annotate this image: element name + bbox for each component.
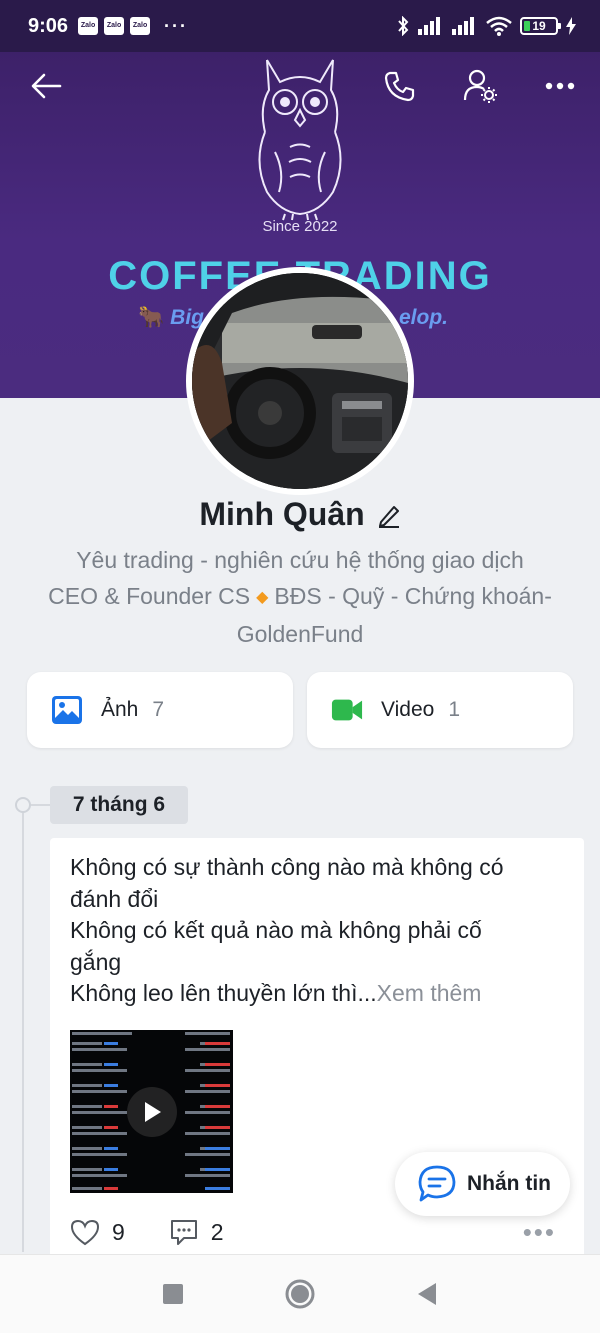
back-nav-button[interactable] [407, 1274, 447, 1314]
phone-icon [384, 71, 415, 102]
status-time: 9:06 [28, 14, 69, 37]
see-more-link[interactable]: Xem thêm [377, 980, 482, 1006]
cover-since-text: Since 2022 [262, 218, 338, 235]
bio-companies: BĐS - Quỹ - Chứng khoán- [274, 583, 552, 609]
video-camera-icon [331, 699, 363, 721]
call-button[interactable] [376, 62, 424, 110]
bio-line: Yêu trading - nghiên cứu hệ thống giao d… [76, 547, 524, 573]
photos-button[interactable]: Ảnh 7 [27, 672, 293, 748]
videos-count: 1 [448, 698, 461, 721]
post-text-line: Không leo lên thuyền lớn thì...Xem thêm [70, 978, 570, 1010]
system-nav-bar [0, 1254, 600, 1333]
post-more-icon[interactable]: ••• [523, 1214, 556, 1250]
more-notifications-indicator: ··· [164, 15, 189, 36]
post-actions: 9 2 ••• [70, 1214, 570, 1250]
avatar-photo [192, 273, 408, 489]
photos-label: Ảnh [101, 698, 139, 721]
square-icon [163, 1284, 184, 1304]
battery-level-fill [524, 21, 530, 31]
image-icon [52, 696, 82, 724]
profile-name-row: Minh Quân [0, 496, 600, 533]
timeline-line [22, 812, 24, 1252]
play-button[interactable] [127, 1087, 177, 1137]
post-text-line: Không có sự thành công nào mà không có [70, 854, 504, 880]
post-text[interactable]: Không có sự thành công nào mà không có đ… [70, 852, 570, 1010]
videos-label: Video [381, 698, 435, 721]
videos-button[interactable]: Video 1 [307, 672, 573, 748]
recent-apps-button[interactable] [153, 1274, 193, 1314]
bull-icon: 🐂 [138, 306, 165, 329]
comment-button[interactable]: 2 [169, 1218, 224, 1246]
profile-settings-icon [463, 69, 497, 103]
pencil-icon[interactable] [377, 502, 401, 528]
home-button[interactable] [280, 1274, 320, 1314]
status-bar: 9:06 Zalo Zalo Zalo ··· 19 [0, 0, 600, 52]
post-text-line: gắng [70, 948, 122, 975]
more-horizontal-icon [545, 82, 575, 90]
like-count: 9 [112, 1218, 125, 1245]
bio-line: CEO & Founder CS ◆ BĐS - Quỹ - Chứng khoán… [30, 578, 570, 616]
comment-icon [170, 1220, 197, 1245]
profile-name: Minh Quân [199, 496, 365, 532]
signal-icon [452, 17, 474, 35]
charging-icon [566, 17, 576, 35]
message-button[interactable]: Nhắn tin [395, 1152, 570, 1216]
cover-tagline-right: elop. [398, 306, 448, 329]
timeline-connector [31, 804, 51, 806]
post-text-truncated: Không leo lên thuyền lớn thì... [70, 980, 377, 1006]
bluetooth-icon [398, 16, 409, 36]
bio-title: CEO & Founder CS [48, 583, 251, 609]
battery-icon: 19 [520, 17, 561, 35]
post-text-line: đánh đổi [70, 885, 159, 912]
photos-count: 7 [152, 698, 165, 721]
avatar[interactable] [186, 267, 414, 495]
comment-count: 2 [210, 1218, 224, 1245]
back-button[interactable] [22, 62, 70, 110]
diamond-icon: ◆ [256, 589, 269, 606]
play-icon [145, 1102, 161, 1122]
heart-icon [70, 1219, 100, 1245]
zalo-notification-icon: Zalo [130, 17, 151, 35]
signal-icon [418, 17, 440, 35]
profile-settings-button[interactable] [456, 62, 504, 110]
timeline-dot [15, 797, 31, 813]
battery-level: 19 [532, 19, 546, 33]
triangle-back-icon [417, 1283, 436, 1305]
profile-bio: Yêu trading - nghiên cứu hệ thống giao d… [30, 542, 570, 652]
more-options-button[interactable] [536, 62, 584, 110]
bio-line: GoldenFund [236, 621, 364, 647]
message-button-label: Nhắn tin [467, 1172, 551, 1195]
like-button[interactable]: 9 [70, 1219, 125, 1246]
post-video-thumbnail[interactable] [70, 1030, 233, 1193]
post-text-line: Không có kết quả nào mà không phải cố [70, 917, 482, 943]
wifi-icon [486, 16, 512, 36]
owl-logo-icon [258, 59, 342, 221]
arrow-left-icon [31, 73, 62, 99]
chat-bubble-icon [418, 1165, 456, 1202]
zalo-notification-icon: Zalo [104, 17, 125, 35]
circle-icon [285, 1279, 315, 1309]
timeline-date: 7 tháng 6 [50, 786, 188, 824]
zalo-notification-icon: Zalo [78, 17, 99, 35]
